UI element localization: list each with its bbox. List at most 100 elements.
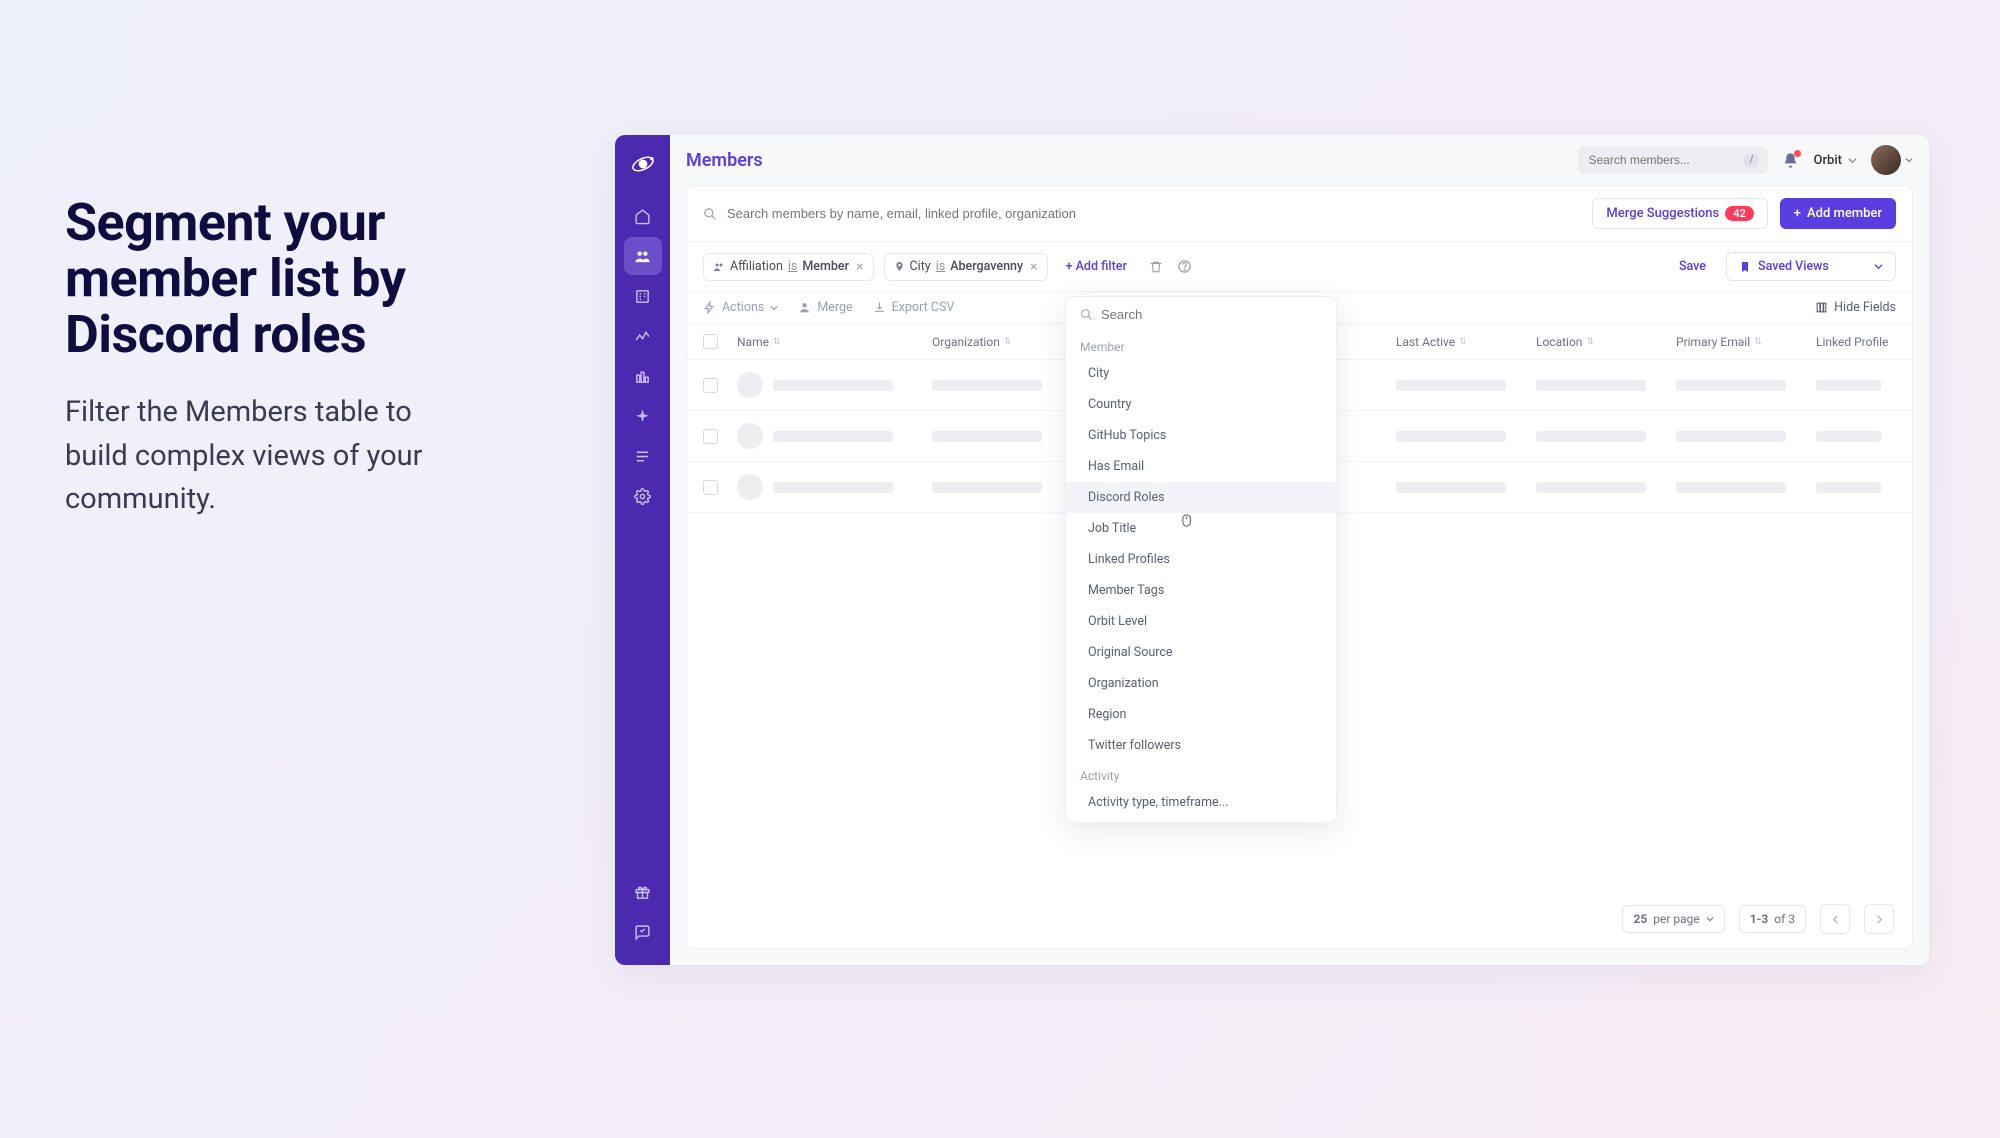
filter-help-icon[interactable] — [1177, 259, 1192, 274]
skeleton — [1676, 482, 1786, 493]
workspace-switcher[interactable]: Orbit — [1813, 153, 1857, 168]
hide-fields-button[interactable]: Hide Fields — [1815, 300, 1896, 315]
filter-option[interactable]: Linked Profiles — [1066, 544, 1336, 575]
add-filter-dropdown: Member CityCountryGitHub TopicsHas Email… — [1065, 296, 1337, 823]
notification-dot — [1794, 150, 1801, 157]
skeleton — [1536, 380, 1646, 391]
column-name[interactable]: Name⇅ — [737, 335, 932, 349]
nav-list-icon[interactable] — [624, 437, 662, 475]
download-icon — [873, 301, 886, 314]
filter-group-activity: Activity — [1066, 761, 1336, 787]
nav-home-icon[interactable] — [624, 197, 662, 235]
merge-suggestions-count: 42 — [1725, 206, 1754, 221]
avatar-skeleton — [737, 372, 763, 398]
nav-settings-icon[interactable] — [624, 477, 662, 515]
filter-chip-affiliation[interactable]: Affiliation is Member × — [703, 253, 874, 281]
filter-option[interactable]: Has Email — [1066, 451, 1336, 482]
nav-feedback-icon[interactable] — [624, 913, 662, 951]
skeleton — [773, 431, 893, 442]
filter-option[interactable]: Organization — [1066, 668, 1336, 699]
column-linked-profile[interactable]: Linked Profile — [1816, 335, 1896, 349]
bookmark-icon — [1739, 261, 1751, 273]
filter-search[interactable] — [1066, 297, 1336, 332]
filter-option[interactable]: Original Source — [1066, 637, 1336, 668]
saved-views-dropdown[interactable]: Saved Views — [1726, 252, 1896, 281]
filter-chip-city[interactable]: City is Abergavenny × — [884, 253, 1048, 281]
bulk-actions-dropdown[interactable]: Actions — [703, 300, 778, 315]
member-search-input[interactable] — [727, 206, 1580, 221]
skeleton — [773, 482, 893, 493]
merge-button[interactable]: Merge — [798, 300, 852, 315]
person-icon — [798, 301, 811, 314]
row-checkbox[interactable] — [703, 480, 718, 495]
select-all-checkbox[interactable] — [703, 334, 718, 349]
skeleton — [1536, 482, 1646, 493]
nav-organizations-icon[interactable] — [624, 277, 662, 315]
filter-option[interactable]: Job Title — [1066, 513, 1336, 544]
filter-group-member: Member — [1066, 332, 1336, 358]
marketing-subheading: Filter the Members table to build comple… — [65, 391, 465, 522]
filter-option[interactable]: Orbit Level — [1066, 606, 1336, 637]
skeleton — [1396, 482, 1506, 493]
filter-option[interactable]: Discord Roles — [1066, 482, 1336, 513]
marketing-panel: Segment your member list by Discord role… — [65, 195, 465, 522]
column-primary-email[interactable]: Primary Email⇅ — [1676, 335, 1816, 349]
merge-suggestions-button[interactable]: Merge Suggestions 42 — [1592, 198, 1767, 229]
row-checkbox[interactable] — [703, 378, 718, 393]
skeleton — [1676, 431, 1786, 442]
next-page-button[interactable] — [1864, 904, 1894, 934]
prev-page-button[interactable] — [1820, 904, 1850, 934]
filter-option[interactable]: City — [1066, 358, 1336, 389]
add-member-button[interactable]: + Add member — [1780, 198, 1896, 229]
remove-filter-icon[interactable]: × — [856, 259, 863, 275]
chevron-down-icon — [1706, 915, 1714, 923]
skeleton — [932, 431, 1042, 442]
marketing-heading: Segment your member list by Discord role… — [65, 195, 465, 363]
skeleton — [1816, 431, 1881, 442]
sort-icon: ⇅ — [1754, 337, 1762, 347]
chevron-down-icon — [1874, 262, 1883, 271]
filter-option[interactable]: GitHub Topics — [1066, 420, 1336, 451]
nav-activity-icon[interactable] — [624, 317, 662, 355]
clear-filters-icon[interactable] — [1145, 256, 1167, 278]
avatar-skeleton — [737, 423, 763, 449]
filter-option[interactable]: Activity type, timeframe... — [1066, 787, 1336, 818]
sidebar — [615, 135, 670, 965]
user-avatar[interactable] — [1871, 145, 1901, 175]
filter-option[interactable]: Region — [1066, 699, 1336, 730]
skeleton — [932, 482, 1042, 493]
page-range: 1-3 of 3 — [1739, 905, 1806, 933]
global-search[interactable]: / — [1578, 146, 1768, 174]
skeleton — [1536, 431, 1646, 442]
filter-option[interactable]: Member Tags — [1066, 575, 1336, 606]
nav-gift-icon[interactable] — [624, 873, 662, 911]
remove-filter-icon[interactable]: × — [1030, 259, 1037, 275]
filter-option[interactable]: Twitter followers — [1066, 730, 1336, 761]
export-csv-button[interactable]: Export CSV — [873, 300, 955, 315]
skeleton — [1816, 380, 1881, 391]
nav-sparkle-icon[interactable] — [624, 397, 662, 435]
sort-icon: ⇅ — [773, 337, 781, 347]
column-location[interactable]: Location⇅ — [1536, 335, 1676, 349]
add-filter-button[interactable]: + Add filter — [1058, 254, 1135, 279]
merge-suggestions-label: Merge Suggestions — [1606, 206, 1719, 221]
nav-reports-icon[interactable] — [624, 357, 662, 395]
member-search[interactable] — [703, 206, 1580, 221]
filter-option[interactable]: Country — [1066, 389, 1336, 420]
per-page-selector[interactable]: 25 per page — [1622, 905, 1724, 933]
global-search-input[interactable] — [1588, 153, 1744, 167]
chevron-down-icon — [770, 304, 778, 312]
search-row: Merge Suggestions 42 + Add member — [687, 186, 1912, 242]
cursor-icon — [1181, 513, 1196, 528]
chevron-down-icon — [1848, 156, 1857, 165]
nav-members-icon[interactable] — [624, 237, 662, 275]
lightning-icon — [703, 301, 716, 314]
filter-search-input[interactable] — [1101, 307, 1322, 322]
row-checkbox[interactable] — [703, 429, 718, 444]
save-view-button[interactable]: Save — [1669, 253, 1716, 280]
orbit-logo-icon[interactable] — [628, 149, 658, 179]
notifications-bell-icon[interactable] — [1782, 152, 1799, 169]
pagination-footer: 25 per page 1-3 of 3 — [687, 890, 1912, 948]
search-icon — [703, 207, 717, 221]
column-last-active[interactable]: Last Active⇅ — [1396, 335, 1536, 349]
